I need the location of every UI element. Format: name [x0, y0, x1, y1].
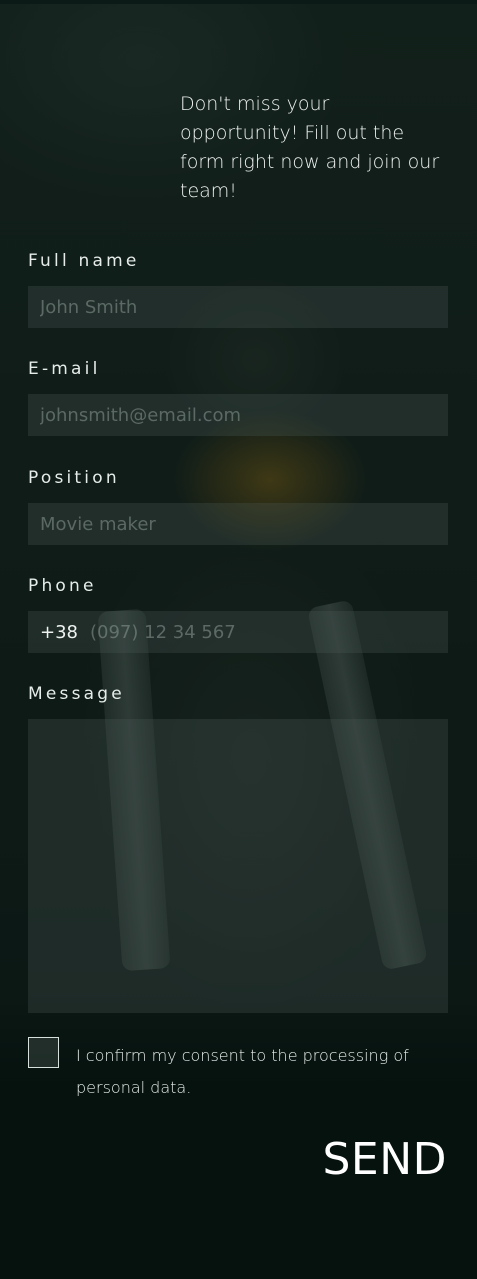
email-label: E-mail	[28, 359, 101, 379]
message-field: Message	[28, 683, 448, 1013]
intro-text: Don't miss your opportunity! Fill out th…	[180, 93, 440, 202]
application-form: Don't miss your opportunity! Fill out th…	[0, 0, 477, 1279]
phone-input[interactable]	[90, 611, 436, 653]
phone-label: Phone	[28, 576, 97, 596]
consent-row: I confirm my consent to the processing o…	[28, 1037, 448, 1104]
full-name-field: Full name	[28, 250, 448, 328]
consent-label: I confirm my consent to the processing o…	[76, 1046, 409, 1097]
phone-field: Phone +38	[28, 575, 448, 653]
email-input[interactable]	[28, 394, 448, 436]
message-textarea[interactable]	[28, 719, 448, 1013]
send-button[interactable]: SEND	[322, 1134, 447, 1185]
email-field: E-mail	[28, 358, 448, 436]
position-label: Position	[28, 468, 120, 488]
full-name-label: Full name	[28, 251, 140, 271]
position-field: Position	[28, 467, 448, 545]
consent-checkbox[interactable]	[28, 1037, 59, 1068]
message-label: Message	[28, 684, 125, 704]
phone-input-wrapper: +38	[28, 611, 448, 653]
phone-country-code: +38	[40, 621, 78, 643]
position-input[interactable]	[28, 503, 448, 545]
full-name-input[interactable]	[28, 286, 448, 328]
